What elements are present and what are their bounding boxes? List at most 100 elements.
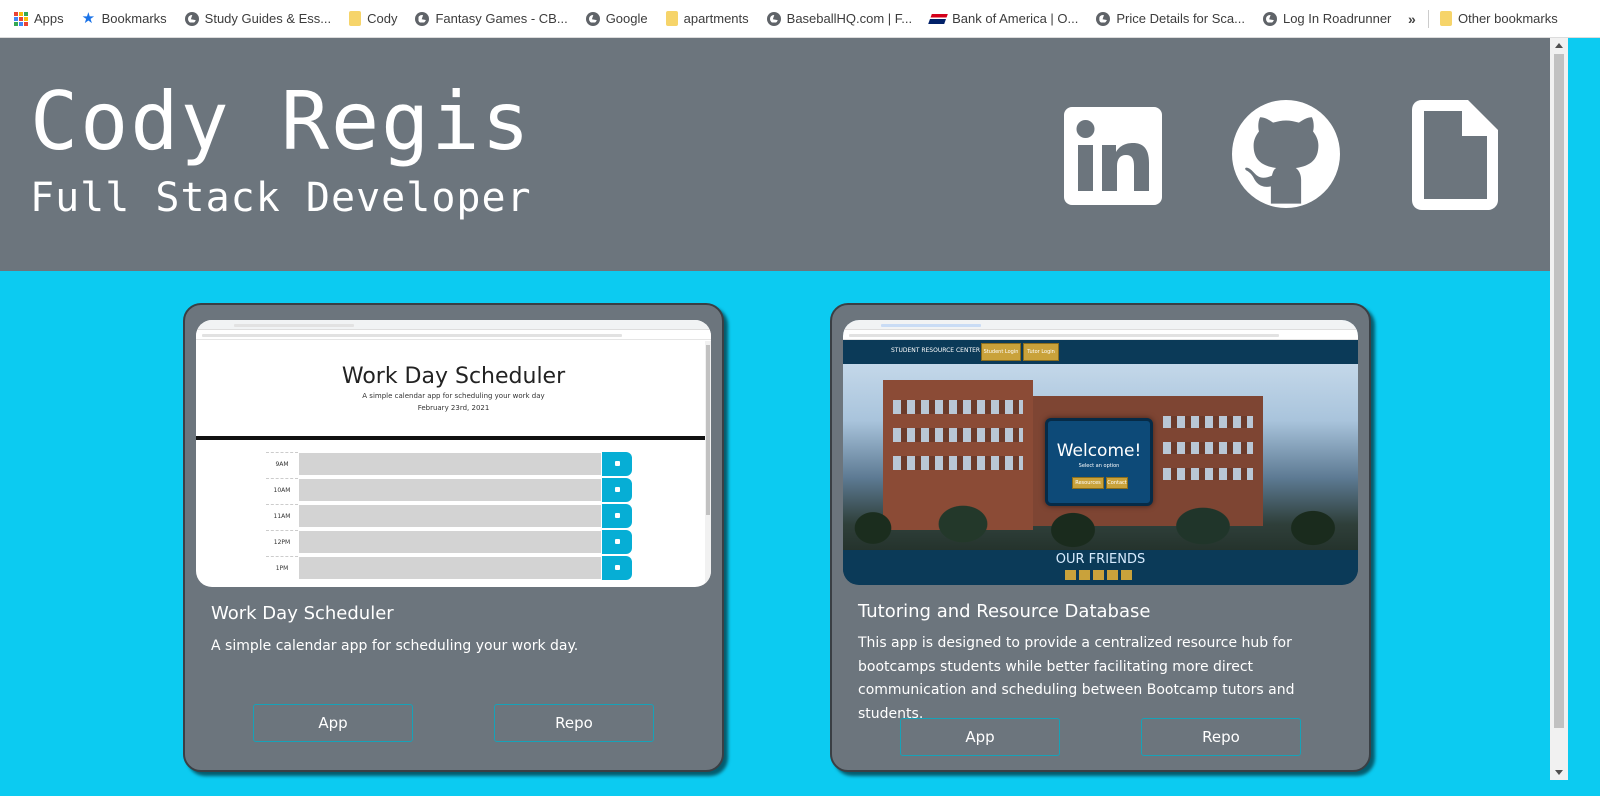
- preview-welcome-panel: Welcome! Select an option Resources Cont…: [1045, 418, 1153, 506]
- app-button[interactable]: App: [253, 704, 413, 742]
- star-icon: ★: [81, 9, 96, 27]
- github-icon[interactable]: [1232, 100, 1340, 208]
- project-card-work-day-scheduler: Work Day Scheduler A simple calendar app…: [183, 303, 724, 772]
- scrollbar-thumb[interactable]: [1554, 54, 1564, 728]
- portfolio-header: Cody Regis Full Stack Developer: [0, 38, 1550, 271]
- preview-date: February 23rd, 2021: [417, 404, 490, 412]
- bookmark-label: Cody: [367, 11, 398, 26]
- bookmark-label: Bookmarks: [101, 11, 167, 26]
- preview-heading: Work Day Scheduler: [341, 364, 566, 389]
- hour-label: 9AM: [266, 452, 298, 476]
- hour-label: 1PM: [266, 556, 298, 580]
- preview-welcome-button: Resources: [1072, 477, 1104, 489]
- app-button[interactable]: App: [900, 718, 1060, 756]
- bookmark-cody[interactable]: Cody: [349, 11, 397, 26]
- preview-welcome-sub: Select an option: [1078, 463, 1120, 469]
- bookmarks-divider: [1428, 10, 1429, 28]
- mini-browser-chrome: [196, 320, 711, 330]
- friend-link-icon: [1065, 570, 1076, 580]
- hour-label: 12PM: [266, 530, 298, 554]
- bookmark-baseballhq[interactable]: BaseballHQ.com | F...: [766, 11, 913, 26]
- building-windows: [893, 428, 1023, 442]
- globe-icon: [585, 11, 600, 26]
- other-bookmarks[interactable]: Other bookmarks: [1440, 11, 1558, 26]
- project-screenshot[interactable]: STUDENT RESOURCE CENTER Student Login Tu…: [843, 320, 1358, 585]
- bookmarks-bar: Apps ★ Bookmarks Study Guides & Ess... C…: [0, 0, 1600, 38]
- hour-label: 11AM: [266, 504, 298, 528]
- linkedin-icon[interactable]: [1064, 107, 1162, 205]
- campus-trees: [843, 498, 1358, 554]
- save-icon: [602, 504, 632, 528]
- globe-icon: [184, 11, 199, 26]
- bookmark-bookmarks[interactable]: ★ Bookmarks: [81, 9, 167, 27]
- preview-friends-title: OUR FRIENDS: [1055, 552, 1146, 567]
- mini-browser-chrome: [843, 320, 1358, 330]
- developer-role: Full Stack Developer: [30, 175, 532, 221]
- save-icon: [602, 452, 632, 476]
- project-description: This app is designed to provide a centra…: [858, 635, 1295, 722]
- friend-link-icon: [1107, 570, 1118, 580]
- building-windows: [1163, 416, 1253, 428]
- hour-row: 1PM: [266, 556, 632, 580]
- folder-icon: [349, 11, 362, 26]
- preview-divider: [196, 436, 711, 440]
- save-icon: [602, 556, 632, 580]
- bookmark-label: BaseballHQ.com | F...: [786, 11, 913, 26]
- bookmark-label: apartments: [683, 11, 749, 26]
- building-windows: [1163, 442, 1253, 454]
- bookmark-apps[interactable]: Apps: [14, 11, 64, 26]
- mini-bookmarks-bar: [196, 330, 711, 340]
- preview-nav: STUDENT RESOURCE CENTER Student Login Tu…: [843, 340, 1358, 364]
- hour-block: [298, 556, 602, 580]
- hour-row: 9AM: [266, 452, 632, 476]
- scroll-up-arrow-icon[interactable]: [1555, 43, 1563, 48]
- bookmark-fantasy-games[interactable]: Fantasy Games - CB...: [415, 11, 568, 26]
- preview-welcome-title: Welcome!: [1056, 441, 1142, 461]
- folder-icon: [1440, 11, 1452, 26]
- repo-button[interactable]: Repo: [494, 704, 654, 742]
- mini-scrollbar: [705, 341, 711, 587]
- developer-name: Cody Regis: [30, 75, 532, 168]
- scroll-down-arrow-icon[interactable]: [1555, 770, 1563, 775]
- friend-link-icon: [1079, 570, 1090, 580]
- bookmark-label: Log In Roadrunner: [1282, 11, 1392, 26]
- globe-icon: [415, 11, 430, 26]
- mini-bookmarks-bar: [843, 330, 1358, 340]
- bookmark-label: Study Guides & Ess...: [204, 11, 332, 26]
- project-title: Tutoring and Resource Database: [858, 601, 1151, 622]
- bookmark-apartments[interactable]: apartments: [665, 11, 749, 26]
- folder-icon: [665, 11, 678, 26]
- bookmark-price-details[interactable]: Price Details for Sca...: [1096, 11, 1245, 26]
- preview-nav-button: Tutor Login: [1023, 343, 1059, 361]
- hour-row: 10AM: [266, 478, 632, 502]
- bookmark-label: Google: [605, 11, 648, 26]
- repo-button[interactable]: Repo: [1141, 718, 1301, 756]
- save-icon: [602, 478, 632, 502]
- hour-row: 11AM: [266, 504, 632, 528]
- hour-row: 12PM: [266, 530, 632, 554]
- hour-block: [298, 530, 602, 554]
- friend-link-icon: [1093, 570, 1104, 580]
- building-windows: [1163, 468, 1253, 480]
- project-title: Work Day Scheduler: [211, 603, 394, 624]
- more-bookmarks-chevron-icon[interactable]: »: [1408, 11, 1416, 27]
- apps-grid-icon: [14, 11, 28, 26]
- preview-nav-button: Student Login: [981, 343, 1021, 361]
- bookmark-study-guides[interactable]: Study Guides & Ess...: [184, 11, 332, 26]
- project-card-tutoring-database: STUDENT RESOURCE CENTER Student Login Tu…: [830, 303, 1371, 772]
- bookmark-roadrunner[interactable]: Log In Roadrunner: [1262, 11, 1392, 26]
- resume-document-icon[interactable]: [1412, 100, 1498, 210]
- building-windows: [893, 456, 1023, 470]
- bookmark-bank-of-america[interactable]: Bank of America | O...: [928, 11, 1079, 26]
- bookmark-google[interactable]: Google: [585, 11, 648, 26]
- preview-friends-bar: OUR FRIENDS: [843, 550, 1358, 584]
- project-screenshot[interactable]: Work Day Scheduler A simple calendar app…: [196, 320, 711, 587]
- page-scrollbar[interactable]: [1550, 38, 1568, 780]
- bookmark-label: Bank of America | O...: [952, 11, 1079, 26]
- bookmark-label: Fantasy Games - CB...: [435, 11, 568, 26]
- building-windows: [893, 400, 1023, 414]
- friend-link-icon: [1121, 570, 1132, 580]
- bank-of-america-icon: [928, 13, 948, 24]
- globe-icon: [1262, 11, 1277, 26]
- globe-icon: [766, 11, 781, 26]
